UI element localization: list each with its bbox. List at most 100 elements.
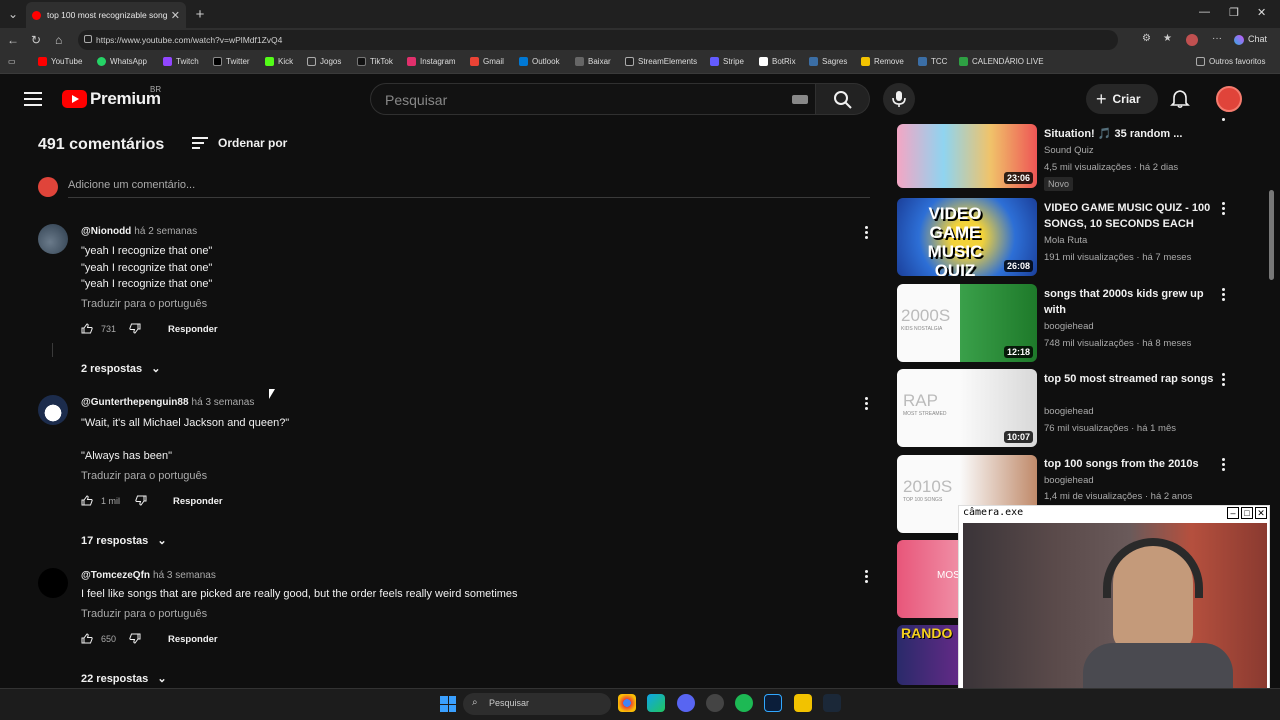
minimize-icon[interactable]: —	[1199, 6, 1210, 18]
view-replies-button[interactable]: 17 respostas ⌄	[81, 534, 167, 547]
video-title[interactable]: top 50 most streamed rap songs	[1044, 371, 1214, 387]
create-button[interactable]: + Criar	[1086, 84, 1158, 114]
home-icon[interactable]: ⌂	[55, 33, 62, 47]
steam-icon[interactable]	[823, 694, 841, 712]
video-title[interactable]: songs that 2000s kids grew up with	[1044, 286, 1214, 318]
comment-author[interactable]: @Nionodd há 2 semanas	[81, 226, 197, 237]
search-input[interactable]: Pesquisar	[370, 83, 816, 115]
bookmark-calendario-live[interactable]: CALENDÁRIO LIVE	[959, 57, 1044, 66]
maximize-icon[interactable]: □	[1241, 507, 1253, 519]
comment-time[interactable]: há 2 semanas	[134, 226, 197, 237]
video-thumbnail[interactable]: VIDEO GAME MUSIC QUIZ 26:08	[897, 198, 1037, 276]
bookmark-tcc[interactable]: TCC	[918, 57, 947, 66]
account-avatar[interactable]	[1216, 86, 1242, 112]
close-icon[interactable]: ✕	[1255, 507, 1267, 519]
bookmark-baixar[interactable]: Baixar	[575, 57, 611, 66]
comment-author[interactable]: @Gunterthepenguin88 há 3 semanas	[81, 397, 254, 408]
profile-icon[interactable]	[1186, 34, 1198, 46]
keyboard-icon[interactable]	[792, 95, 808, 104]
video-menu-icon[interactable]	[1222, 458, 1226, 473]
video-title[interactable]: Situation! 🎵 35 random ...	[1044, 126, 1214, 142]
bookmark-remove[interactable]: Remove	[861, 57, 904, 66]
commenter-avatar[interactable]	[38, 395, 68, 425]
video-channel[interactable]: boogiehead	[1044, 406, 1094, 417]
chrome-icon[interactable]	[618, 694, 636, 712]
video-channel[interactable]: boogiehead	[1044, 321, 1094, 332]
add-comment-input[interactable]: Adicione um comentário...	[68, 179, 195, 191]
scrollbar[interactable]	[1269, 190, 1274, 280]
like-icon[interactable]	[81, 633, 93, 644]
tab-list-chevron-icon[interactable]: ⌄	[3, 4, 23, 24]
bookmark-jogos[interactable]: Jogos	[307, 57, 341, 66]
taskbar-search[interactable]: ⌕ Pesquisar	[463, 693, 611, 715]
favorites-icon[interactable]: ★	[1163, 33, 1172, 44]
photoshop-icon[interactable]	[764, 694, 782, 712]
like-icon[interactable]	[81, 495, 93, 506]
spotify-icon[interactable]	[735, 694, 753, 712]
dislike-icon[interactable]	[129, 633, 141, 644]
tablet-icon[interactable]: ▭	[8, 57, 16, 66]
refresh-icon[interactable]: ↻	[31, 33, 41, 47]
video-menu-icon[interactable]	[1222, 373, 1226, 388]
video-thumbnail[interactable]: 2000S KIDS NOSTALGIA 12:18	[897, 284, 1037, 362]
video-thumbnail[interactable]: RAP MOST STREAMED 10:07	[897, 369, 1037, 447]
like-icon[interactable]	[81, 323, 93, 334]
video-menu-icon[interactable]	[1222, 288, 1226, 303]
view-replies-button[interactable]: 2 respostas ⌄	[81, 362, 160, 375]
comment-menu-icon[interactable]	[865, 397, 869, 412]
minimize-icon[interactable]: –	[1227, 507, 1239, 519]
comment-author[interactable]: @TomcezeQfn há 3 semanas	[81, 570, 216, 581]
bookmark-botrix[interactable]: BotRix	[759, 57, 796, 66]
commenter-avatar[interactable]	[38, 568, 68, 598]
bookmark-sagres[interactable]: Sagres	[809, 57, 847, 66]
reply-button[interactable]: Responder	[168, 324, 218, 335]
other-favorites-folder[interactable]: Outros favoritos	[1196, 57, 1265, 66]
view-replies-button[interactable]: 22 respostas ⌄	[81, 672, 167, 685]
obs-icon[interactable]	[706, 694, 724, 712]
video-menu-icon[interactable]	[1222, 118, 1226, 123]
video-channel[interactable]: Mola Ruta	[1044, 235, 1087, 246]
bookmark-whatsapp[interactable]: WhatsApp	[97, 57, 147, 66]
comment-time[interactable]: há 3 semanas	[192, 397, 255, 408]
windows-start-icon[interactable]	[440, 696, 456, 712]
camera-window[interactable]: câmera.exe – □ ✕	[958, 505, 1270, 710]
maximize-icon[interactable]: ❐	[1229, 6, 1239, 19]
bookmark-tiktok[interactable]: TikTok	[357, 57, 393, 66]
voice-search-button[interactable]	[883, 83, 915, 115]
extensions-icon[interactable]: ⚙	[1142, 33, 1151, 44]
file-explorer-icon[interactable]	[794, 694, 812, 712]
close-tab-icon[interactable]: ✕	[171, 9, 180, 22]
dislike-icon[interactable]	[129, 323, 141, 334]
bookmark-kick[interactable]: Kick	[265, 57, 293, 66]
browser-tab[interactable]: top 100 most recognizable songs ✕	[26, 2, 186, 28]
reply-button[interactable]: Responder	[168, 634, 218, 645]
youtube-premium-logo[interactable]: Premium BR	[62, 85, 161, 109]
menu-icon[interactable]	[24, 92, 42, 106]
url-field[interactable]: https://www.youtube.com/watch?v=wPlMdf1Z…	[78, 30, 1118, 50]
bookmark-stripe[interactable]: Stripe	[710, 57, 744, 66]
commenter-avatar[interactable]	[38, 224, 68, 254]
video-channel[interactable]: Sound Quiz	[1044, 145, 1094, 156]
new-tab-icon[interactable]: +	[190, 4, 210, 24]
video-thumbnail[interactable]: 23:06	[897, 124, 1037, 188]
more-icon[interactable]: ···	[1212, 33, 1222, 44]
back-icon[interactable]: ←	[7, 33, 19, 47]
sort-by-button[interactable]: Ordenar por	[218, 136, 287, 150]
discord-icon[interactable]	[677, 694, 695, 712]
translate-link[interactable]: Traduzir para o português	[81, 298, 207, 310]
bookmark-streamelements[interactable]: StreamElements	[625, 57, 697, 66]
video-channel[interactable]: boogiehead	[1044, 475, 1094, 486]
bookmark-youtube[interactable]: YouTube	[38, 57, 82, 66]
translate-link[interactable]: Traduzir para o português	[81, 608, 207, 620]
sort-icon[interactable]	[192, 137, 208, 152]
comment-menu-icon[interactable]	[865, 570, 869, 585]
bookmark-twitch[interactable]: Twitch	[163, 57, 199, 66]
reply-button[interactable]: Responder	[173, 496, 223, 507]
search-button[interactable]	[816, 83, 870, 115]
bookmark-outlook[interactable]: Outlook	[519, 57, 560, 66]
dislike-icon[interactable]	[135, 495, 147, 506]
comment-menu-icon[interactable]	[865, 226, 869, 241]
video-title[interactable]: top 100 songs from the 2010s	[1044, 456, 1214, 472]
bookmark-twitter[interactable]: Twitter	[213, 57, 250, 66]
edge-icon[interactable]	[647, 694, 665, 712]
